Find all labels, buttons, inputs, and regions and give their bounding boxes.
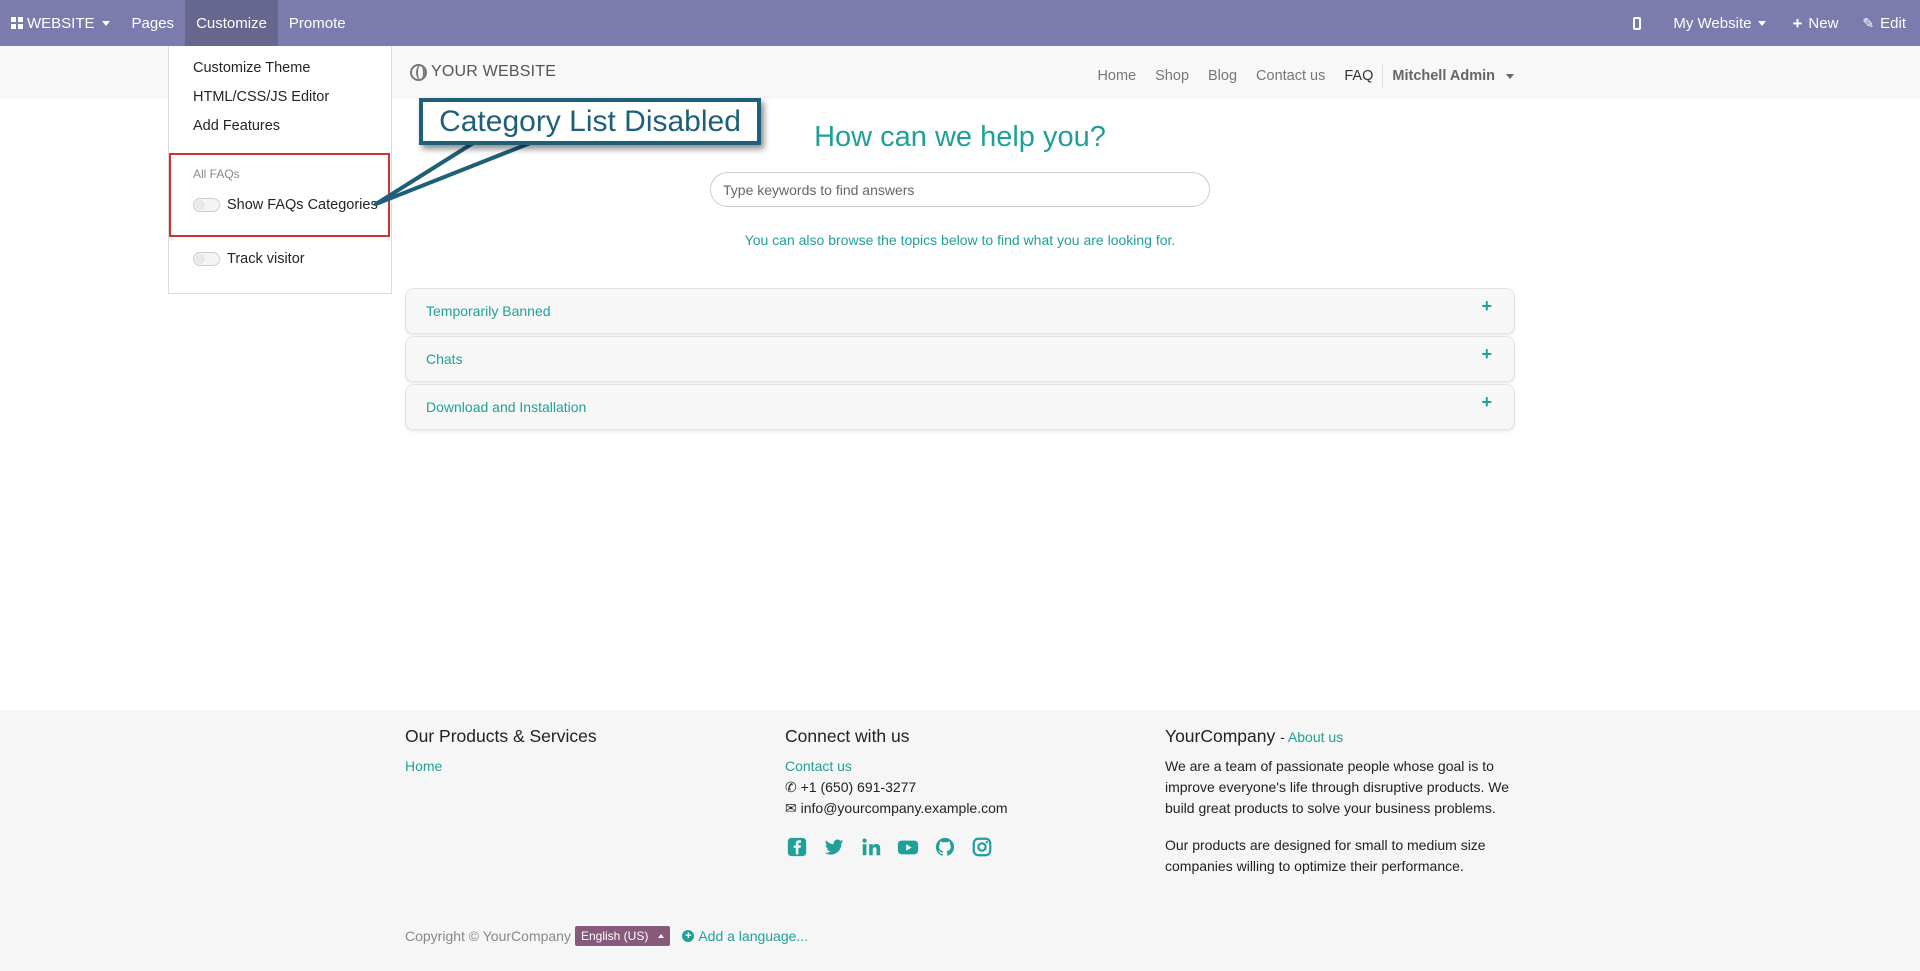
menu-item-add-features[interactable]: Add Features (193, 118, 280, 134)
faq-topic-temporarily-banned[interactable]: Temporarily Banned + (405, 288, 1515, 334)
edit-button[interactable]: ✎ Edit (1851, 0, 1920, 46)
social-links (785, 835, 1008, 859)
footer-about-paragraph-2: Our products are designed for small to m… (1165, 837, 1486, 874)
chevron-down-icon (1506, 73, 1514, 79)
footer-phone: ✆ +1 (650) 691-3277 (785, 777, 1008, 798)
chevron-up-icon (658, 934, 665, 938)
chevron-down-icon (1758, 20, 1767, 26)
toggle-label: Track visitor (227, 251, 305, 267)
footer-contact-link[interactable]: Contact us (785, 756, 1008, 777)
add-language-label: Add a language... (698, 928, 809, 944)
facebook-icon[interactable] (785, 835, 809, 859)
plus-icon: + (1792, 13, 1803, 33)
website-logo[interactable]: YOUR WEBSITE (410, 63, 556, 81)
new-label: New (1808, 14, 1839, 32)
site-footer: Our Products & Services Home Connect wit… (0, 710, 1920, 971)
envelope-icon: ✉ (785, 800, 797, 816)
youtube-icon[interactable] (896, 835, 920, 859)
menu-customize[interactable]: Customize (185, 0, 278, 46)
website-app-label: WEBSITE (27, 14, 95, 32)
nav-contact-us[interactable]: Contact us (1256, 68, 1325, 84)
topbar-right-group: My Website + New ✎ Edit (1622, 0, 1920, 46)
footer-products-title: Our Products & Services (405, 726, 597, 746)
website-nav: Home Shop Blog Contact us FAQ Mitchell A… (1078, 64, 1514, 88)
new-content-button[interactable]: + New (1781, 0, 1849, 46)
footer-email-address: info@yourcompany.example.com (800, 800, 1008, 816)
website-app-menu[interactable]: WEBSITE (0, 0, 121, 46)
toggle-track-visitor[interactable]: Track visitor (193, 251, 305, 267)
footer-about-us-link[interactable]: About us (1288, 729, 1343, 745)
nav-faq[interactable]: FAQ (1344, 68, 1373, 84)
footer-home-link[interactable]: Home (405, 756, 597, 777)
footer-phone-number: +1 (650) 691-3277 (800, 779, 917, 795)
faq-topic-chats[interactable]: Chats + (405, 336, 1515, 382)
menu-pages[interactable]: Pages (121, 0, 186, 46)
website-switcher-label: My Website (1673, 14, 1752, 32)
language-selector[interactable]: English (US) (574, 926, 671, 946)
annotation-highlight-box (169, 153, 390, 237)
footer-about-column: YourCompany - About us We are a team of … (1165, 726, 1515, 893)
language-label: English (US) (580, 929, 649, 943)
footer-connect-column: Connect with us Contact us ✆ +1 (650) 69… (785, 726, 1008, 859)
user-menu[interactable]: Mitchell Admin (1392, 68, 1514, 84)
apps-grid-icon (11, 17, 23, 29)
website-switcher[interactable]: My Website (1662, 0, 1777, 46)
nav-shop[interactable]: Shop (1155, 68, 1189, 84)
add-language-link[interactable]: + Add a language... (682, 928, 808, 944)
linkedin-icon[interactable] (859, 835, 883, 859)
nav-blog[interactable]: Blog (1208, 68, 1237, 84)
twitter-icon[interactable] (822, 835, 846, 859)
annotation-callout: Category List Disabled (419, 98, 761, 145)
footer-about-paragraph-1: We are a team of passionate people whose… (1165, 758, 1510, 816)
footer-about-title: YourCompany - About us (1165, 726, 1344, 746)
copyright-text: Copyright © YourCompany (405, 928, 571, 944)
github-icon[interactable] (933, 835, 957, 859)
footer-company-name: YourCompany (1165, 726, 1276, 746)
footer-products-column: Our Products & Services Home (405, 726, 597, 777)
footer-email: ✉ info@yourcompany.example.com (785, 798, 1008, 819)
logo-text: YOUR WEBSITE (431, 63, 557, 80)
nav-home[interactable]: Home (1097, 68, 1136, 84)
globe-icon (410, 63, 427, 81)
phone-icon: ✆ (785, 779, 797, 795)
menu-promote[interactable]: Promote (278, 0, 357, 46)
plus-icon: + (1481, 392, 1492, 412)
mobile-phone-icon (1633, 16, 1642, 30)
plus-icon: + (1481, 344, 1492, 364)
edit-label: Edit (1880, 14, 1906, 32)
chevron-down-icon (101, 20, 110, 26)
plus-icon: + (1481, 296, 1492, 316)
footer-connect-title: Connect with us (785, 726, 910, 746)
admin-top-bar: WEBSITE Pages Customize Promote My Websi… (0, 0, 1920, 46)
pencil-icon: ✎ (1862, 14, 1875, 31)
faq-topic-download-installation[interactable]: Download and Installation + (405, 384, 1515, 430)
footer-copyright-bar: Copyright © YourCompany English (US) + A… (405, 926, 808, 946)
faq-topic-label: Download and Installation (426, 399, 587, 415)
browse-hint-text: You can also browse the topics below to … (744, 232, 1176, 248)
faq-search-input[interactable] (710, 172, 1210, 207)
faq-topic-label: Temporarily Banned (426, 303, 551, 319)
menu-item-html-css-js-editor[interactable]: HTML/CSS/JS Editor (193, 89, 329, 105)
faq-topic-label: Chats (426, 351, 463, 367)
menu-item-customize-theme[interactable]: Customize Theme (193, 60, 310, 76)
nav-divider (1382, 64, 1384, 88)
mobile-preview-button[interactable] (1622, 0, 1652, 46)
toggle-switch[interactable] (193, 252, 220, 266)
plus-circle-icon: + (682, 930, 695, 942)
user-name: Mitchell Admin (1392, 68, 1495, 84)
instagram-icon[interactable] (970, 835, 994, 859)
